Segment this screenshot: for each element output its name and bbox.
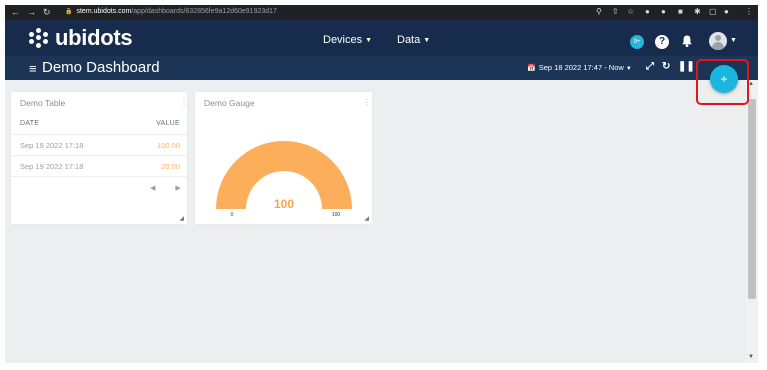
table-pagination: ◀ ▶	[150, 184, 181, 192]
data-menu[interactable]: Data ▼	[397, 34, 430, 46]
user-avatar[interactable]	[709, 32, 727, 50]
extension-icon[interactable]: ■	[678, 7, 683, 16]
widget-options-icon[interactable]: ⋮	[180, 98, 188, 107]
row-value: 20.00	[161, 162, 180, 171]
bell-icon[interactable]	[680, 34, 694, 48]
logo-text: ubidots	[55, 25, 133, 50]
resize-handle-icon[interactable]: ◢	[179, 215, 184, 222]
hamburger-menu-icon[interactable]: ≡	[29, 61, 37, 76]
gauge-widget: Demo Gauge ⋮ 100 0 100 ◢	[195, 92, 372, 224]
refresh-icon[interactable]: ↻	[662, 61, 670, 72]
devices-menu-label: Devices	[323, 34, 363, 46]
date-range-label: Sep 18 2022 17:47 - Now	[538, 63, 624, 72]
browser-viewport: ← → ↻ 🔒 stem.ubidots.com/app/dashboards/6…	[5, 5, 758, 363]
add-widget-button[interactable]: +	[710, 65, 738, 93]
calendar-icon: 📅	[527, 65, 536, 72]
extension-icon[interactable]: ●	[661, 7, 666, 16]
puzzle-icon[interactable]: ✱	[694, 7, 701, 16]
resize-handle-icon[interactable]: ◢	[364, 215, 369, 222]
bookmark-star-icon[interactable]: ☆	[627, 7, 634, 16]
forward-icon[interactable]: →	[27, 7, 36, 17]
pause-icon[interactable]: ❚❚	[678, 61, 695, 72]
browser-menu-icon[interactable]: ⋮	[745, 7, 753, 16]
table-row: Sep 19 2022 17:18 100.00	[11, 134, 187, 155]
date-column-header: DATE	[20, 120, 40, 127]
value-column-header: VALUE	[156, 120, 180, 127]
row-date: Sep 19 2022 17:18	[20, 162, 84, 171]
scroll-down-icon[interactable]: ▼	[748, 354, 754, 360]
table-widget: Demo Table ⋮ DATE VALUE Sep 19 2022 17:1…	[11, 92, 188, 224]
table-widget-title: Demo Table	[20, 98, 66, 108]
back-icon[interactable]: ←	[11, 7, 20, 17]
profile-icon[interactable]: ●	[724, 7, 729, 16]
row-value: 100.00	[157, 141, 180, 150]
notification-count-badge[interactable]: 9+	[630, 35, 644, 49]
dashboard-header: ≡ Demo Dashboard 📅 Sep 18 2022 17:47 - No…	[5, 56, 758, 80]
devices-menu[interactable]: Devices ▼	[323, 34, 372, 46]
fullscreen-icon[interactable]: ⤢	[646, 61, 654, 72]
row-date: Sep 19 2022 17:18	[20, 141, 84, 150]
logo-dots-icon	[29, 28, 49, 48]
extension-icon[interactable]: ●	[645, 7, 650, 16]
gauge-max-label: 100	[332, 212, 341, 218]
scrollbar-thumb[interactable]	[748, 99, 756, 299]
gauge-min-label: 0	[231, 212, 234, 218]
dashboard-title[interactable]: Demo Dashboard	[42, 59, 160, 76]
next-page-icon[interactable]: ▶	[175, 185, 180, 192]
app-header: ubidots Devices ▼ Data ▼ 9+ ? ▼	[5, 20, 758, 56]
chevron-down-icon[interactable]: ▼	[730, 37, 737, 44]
url-path: /app/dashboards/632856fe9a12d60e91923d17	[131, 8, 277, 15]
zoom-icon[interactable]: ⚲	[596, 7, 602, 16]
help-icon[interactable]: ?	[655, 35, 669, 49]
share-icon[interactable]: ⇧	[612, 7, 619, 16]
chevron-down-icon: ▼	[423, 37, 431, 44]
url-host: stem.ubidots.com	[76, 8, 132, 15]
date-range-picker[interactable]: 📅 Sep 18 2022 17:47 - Now ▼	[527, 63, 632, 72]
gauge-chart: 100 0 100	[216, 141, 352, 218]
table-divider	[11, 176, 187, 177]
gauge-value-label: 100	[274, 197, 294, 211]
table-row: Sep 19 2022 17:18 20.00	[11, 155, 187, 176]
data-menu-label: Data	[397, 34, 421, 46]
ubidots-logo[interactable]: ubidots	[29, 25, 133, 50]
sidebar-icon[interactable]: ▢	[709, 7, 717, 16]
lock-icon: 🔒	[65, 9, 73, 15]
browser-toolbar: ← → ↻ 🔒 stem.ubidots.com/app/dashboards/6…	[5, 5, 758, 20]
reload-icon[interactable]: ↻	[43, 7, 51, 18]
chevron-down-icon: ▼	[625, 66, 632, 72]
table-header: DATE VALUE	[20, 120, 180, 127]
address-bar[interactable]: 🔒 stem.ubidots.com/app/dashboards/632856f…	[65, 8, 277, 15]
previous-page-icon[interactable]: ◀	[150, 185, 155, 192]
chevron-down-icon: ▼	[365, 37, 373, 44]
